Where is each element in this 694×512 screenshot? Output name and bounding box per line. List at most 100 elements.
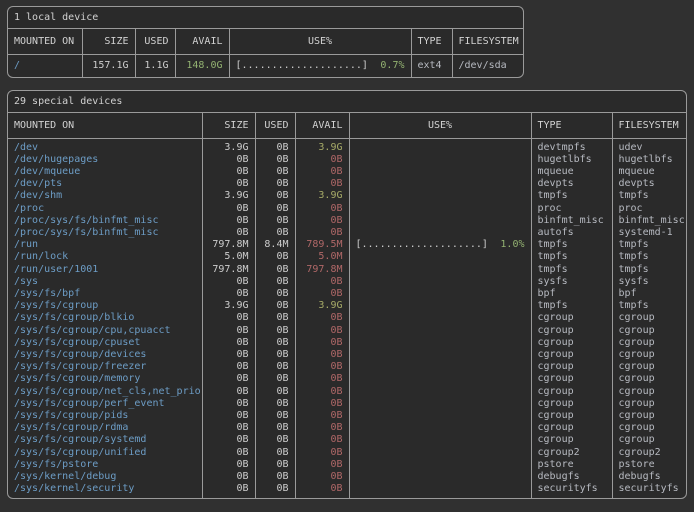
cell-used: 0B	[255, 190, 295, 202]
cell-avail: 0B	[295, 361, 349, 373]
cell-use-percent: [....................]0.7%	[229, 54, 411, 77]
cell-avail: 0B	[295, 386, 349, 398]
cell-mounted-on: /sys/fs/cgroup/memory	[8, 373, 202, 385]
cell-filesystem: tmpfs	[612, 264, 686, 276]
device-row: /sys/kernel/debug0B0B0Bdebugfsdebugfs	[8, 471, 686, 483]
cell-used: 0B	[255, 203, 295, 215]
cell-used: 0B	[255, 154, 295, 166]
cell-filesystem: cgroup	[612, 398, 686, 410]
cell-filesystem: devpts	[612, 178, 686, 190]
cell-filesystem: tmpfs	[612, 300, 686, 312]
cell-size: 0B	[202, 312, 255, 324]
cell-filesystem: cgroup	[612, 361, 686, 373]
cell-mounted-on: /proc/sys/fs/binfmt_misc	[8, 215, 202, 227]
cell-mounted-on: /run/lock	[8, 251, 202, 263]
device-row: /sys/fs/cgroup/cpuset0B0B0Bcgroupcgroup	[8, 337, 686, 349]
device-row: /157.1G1.1G148.0G[....................]0…	[8, 54, 523, 77]
cell-used: 0B	[255, 227, 295, 239]
cell-type: cgroup	[531, 386, 612, 398]
cell-mounted-on: /sys	[8, 276, 202, 288]
cell-size: 157.1G	[82, 54, 135, 77]
cell-mounted-on: /proc	[8, 203, 202, 215]
cell-avail: 3.9G	[295, 300, 349, 312]
cell-use-percent	[349, 361, 531, 373]
cell-filesystem: cgroup	[612, 386, 686, 398]
cell-mounted-on: /sys/fs/cgroup/unified	[8, 447, 202, 459]
cell-used: 0B	[255, 178, 295, 190]
cell-size: 0B	[202, 459, 255, 471]
cell-size: 0B	[202, 483, 255, 498]
device-row: /sys/fs/cgroup/rdma0B0B0Bcgroupcgroup	[8, 422, 686, 434]
cell-filesystem: tmpfs	[612, 239, 686, 251]
cell-filesystem: systemd-1	[612, 227, 686, 239]
col-header-mounted-on: MOUNTED ON	[8, 113, 202, 138]
cell-size: 0B	[202, 227, 255, 239]
col-header-filesystem: FILESYSTEM	[452, 29, 523, 54]
cell-used: 0B	[255, 215, 295, 227]
device-row: /sys/fs/cgroup/pids0B0B0Bcgroupcgroup	[8, 410, 686, 422]
cell-avail: 0B	[295, 227, 349, 239]
cell-filesystem: tmpfs	[612, 251, 686, 263]
cell-size: 0B	[202, 325, 255, 337]
cell-used: 0B	[255, 434, 295, 446]
device-row: /proc/sys/fs/binfmt_misc0B0B0Bbinfmt_mis…	[8, 215, 686, 227]
cell-avail: 0B	[295, 459, 349, 471]
cell-type: cgroup	[531, 337, 612, 349]
cell-mounted-on: /sys/fs/cgroup/pids	[8, 410, 202, 422]
device-row: /dev/hugepages0B0B0Bhugetlbfshugetlbfs	[8, 154, 686, 166]
cell-used: 0B	[255, 361, 295, 373]
cell-filesystem: udev	[612, 138, 686, 154]
col-header-avail: AVAIL	[295, 113, 349, 138]
cell-filesystem: debugfs	[612, 471, 686, 483]
cell-mounted-on: /sys/kernel/debug	[8, 471, 202, 483]
cell-type: securityfs	[531, 483, 612, 498]
device-row: /dev/pts0B0B0Bdevptsdevpts	[8, 178, 686, 190]
cell-used: 1.1G	[135, 54, 175, 77]
cell-used: 0B	[255, 325, 295, 337]
cell-avail: 0B	[295, 215, 349, 227]
cell-use-percent	[349, 251, 531, 263]
device-row: /sys/fs/cgroup/memory0B0B0Bcgroupcgroup	[8, 373, 686, 385]
cell-used: 0B	[255, 251, 295, 263]
cell-size: 3.9G	[202, 300, 255, 312]
device-row: /dev3.9G0B3.9Gdevtmpfsudev	[8, 138, 686, 154]
cell-use-percent	[349, 215, 531, 227]
device-row: /run/lock5.0M0B5.0Mtmpfstmpfs	[8, 251, 686, 263]
cell-filesystem: cgroup	[612, 422, 686, 434]
cell-avail: 0B	[295, 312, 349, 324]
cell-avail: 5.0M	[295, 251, 349, 263]
cell-filesystem: securityfs	[612, 483, 686, 498]
cell-mounted-on: /dev/shm	[8, 190, 202, 202]
cell-type: pstore	[531, 459, 612, 471]
cell-filesystem: cgroup	[612, 410, 686, 422]
cell-size: 0B	[202, 361, 255, 373]
cell-used: 0B	[255, 373, 295, 385]
device-row: /dev/mqueue0B0B0Bmqueuemqueue	[8, 166, 686, 178]
device-row: /proc/sys/fs/binfmt_misc0B0B0Bautofssyst…	[8, 227, 686, 239]
cell-type: cgroup	[531, 373, 612, 385]
usage-bar: [....................]1.0%	[356, 239, 525, 251]
cell-used: 0B	[255, 410, 295, 422]
cell-size: 5.0M	[202, 251, 255, 263]
cell-used: 0B	[255, 471, 295, 483]
cell-use-percent	[349, 300, 531, 312]
device-row: /sys/fs/cgroup/perf_event0B0B0Bcgroupcgr…	[8, 398, 686, 410]
col-header-use-percent: USE%	[229, 29, 411, 54]
device-row: /sys/fs/cgroup/net_cls,net_prio0B0B0Bcgr…	[8, 386, 686, 398]
cell-use-percent	[349, 166, 531, 178]
cell-type: cgroup	[531, 434, 612, 446]
cell-use-percent	[349, 410, 531, 422]
cell-size: 0B	[202, 410, 255, 422]
cell-use-percent	[349, 264, 531, 276]
cell-used: 0B	[255, 312, 295, 324]
local-devices-table: 1 local device MOUNTED ON SIZE USED AVAI…	[7, 6, 524, 78]
cell-type: tmpfs	[531, 239, 612, 251]
cell-mounted-on: /sys/fs/cgroup/rdma	[8, 422, 202, 434]
local-devices-table-title: 1 local device	[8, 7, 523, 29]
cell-filesystem: cgroup	[612, 337, 686, 349]
cell-type: tmpfs	[531, 190, 612, 202]
cell-type: cgroup	[531, 361, 612, 373]
cell-mounted-on: /sys/fs/cgroup/net_cls,net_prio	[8, 386, 202, 398]
cell-avail: 0B	[295, 398, 349, 410]
cell-size: 0B	[202, 337, 255, 349]
